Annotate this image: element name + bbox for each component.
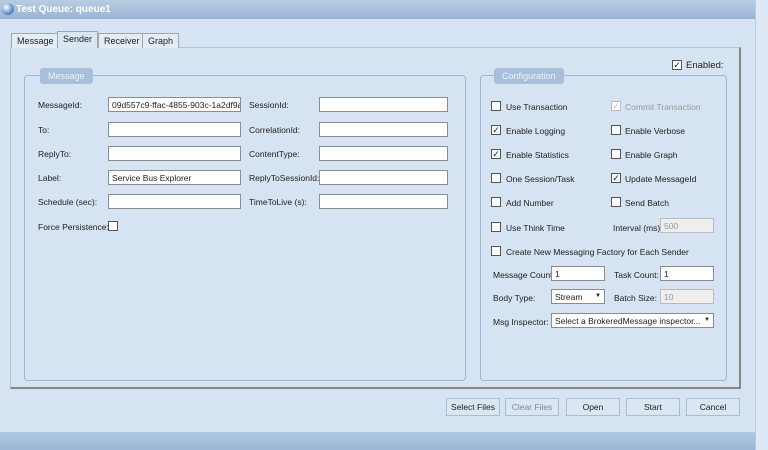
use-think-time-label: Use Think Time [506,223,565,233]
task-count-label: Task Count: [614,270,659,280]
msg-inspector-label: Msg Inspector: [493,317,549,327]
add-number-label: Add Number [506,198,554,208]
message-id-label: MessageId: [38,100,82,110]
tab-graph[interactable]: Graph [142,33,180,48]
enabled-label: Enabled: [686,60,724,71]
enable-graph-checkbox[interactable] [611,149,621,159]
enabled-checkbox[interactable]: ✓ [672,60,682,70]
schedule-label: Schedule (sec): [38,197,98,207]
interval-label: Interval (ms): [613,223,663,233]
force-persistence-label: Force Persistence: [38,222,109,232]
content-type-label: ContentType: [249,149,300,159]
message-count-input[interactable]: 1 [551,266,605,281]
label-label: Label: [38,173,62,183]
new-factory-checkbox[interactable] [491,246,501,256]
enable-graph-label: Enable Graph [625,150,678,160]
schedule-input[interactable] [108,194,241,209]
commit-transaction-label: Commit Transaction [625,102,701,112]
use-transaction-label: Use Transaction [506,102,568,112]
session-id-label: SessionId: [249,100,289,110]
msg-inspector-select[interactable]: Select a BrokeredMessage inspector... ▼ [551,313,714,328]
tab-receiver[interactable]: Receiver [98,33,146,48]
enable-verbose-checkbox[interactable] [611,125,621,135]
open-button[interactable]: Open [566,398,620,416]
configuration-legend: Configuration [494,68,564,84]
window-title: Test Queue: queue1 [16,4,111,15]
correlation-id-input[interactable] [319,122,448,137]
cancel-button[interactable]: Cancel [686,398,740,416]
message-count-label: Message Count: [493,270,555,280]
force-persistence-checkbox[interactable] [108,221,118,231]
session-id-input[interactable] [319,97,448,112]
reply-to-label: ReplyTo: [38,149,72,159]
batch-size-label: Batch Size: [614,293,657,303]
content-type-input[interactable] [319,146,448,161]
task-count-input[interactable]: 1 [660,266,714,281]
use-think-time-checkbox[interactable] [491,222,501,232]
enable-statistics-checkbox[interactable]: ✓ [491,149,501,159]
reply-to-input[interactable] [108,146,241,161]
reply-to-session-id-label: ReplyToSessionId: [249,173,320,183]
chevron-down-icon: ▼ [595,293,601,299]
one-session-label: One Session/Task [506,174,575,184]
chevron-down-icon: ▼ [704,317,710,323]
commit-transaction-checkbox[interactable]: ✓ [611,101,621,111]
start-button[interactable]: Start [626,398,680,416]
correlation-id-label: CorrelationId: [249,125,301,135]
send-batch-label: Send Batch [625,198,669,208]
tab-sender[interactable]: Sender [57,31,99,48]
reply-to-session-id-input[interactable] [319,170,448,185]
select-files-button[interactable]: Select Files [446,398,500,416]
body-type-label: Body Type: [493,293,536,303]
one-session-checkbox[interactable] [491,173,501,183]
clear-files-button[interactable]: Clear Files [505,398,559,416]
body-type-select[interactable]: Stream ▼ [551,289,605,304]
title-bar: Test Queue: queue1 [0,0,755,19]
send-batch-checkbox[interactable] [611,197,621,207]
side-strip [755,0,768,450]
use-transaction-checkbox[interactable] [491,101,501,111]
to-label: To: [38,125,50,135]
update-message-id-checkbox[interactable]: ✓ [611,173,621,183]
batch-size-input[interactable]: 10 [660,289,714,304]
update-message-id-label: Update MessageId [625,174,697,184]
bottom-bar [0,432,755,450]
message-id-input[interactable]: 09d557c9-ffac-4855-903c-1a2df9a2 [108,97,241,112]
label-input[interactable]: Service Bus Explorer [108,170,241,185]
time-to-live-input[interactable] [319,194,448,209]
tab-message[interactable]: Message [11,33,60,48]
body-type-value: Stream [555,292,583,302]
enable-verbose-label: Enable Verbose [625,126,686,136]
to-input[interactable] [108,122,241,137]
globe-icon [2,3,14,15]
interval-input[interactable]: 500 [660,218,714,233]
enable-statistics-label: Enable Statistics [506,150,569,160]
enable-logging-checkbox[interactable]: ✓ [491,125,501,135]
enable-logging-label: Enable Logging [506,126,566,136]
add-number-checkbox[interactable] [491,197,501,207]
new-factory-label: Create New Messaging Factory for Each Se… [506,247,689,257]
time-to-live-label: TimeToLive (s): [249,197,307,207]
msg-inspector-value: Select a BrokeredMessage inspector... [555,316,701,326]
message-legend: Message [40,68,93,84]
